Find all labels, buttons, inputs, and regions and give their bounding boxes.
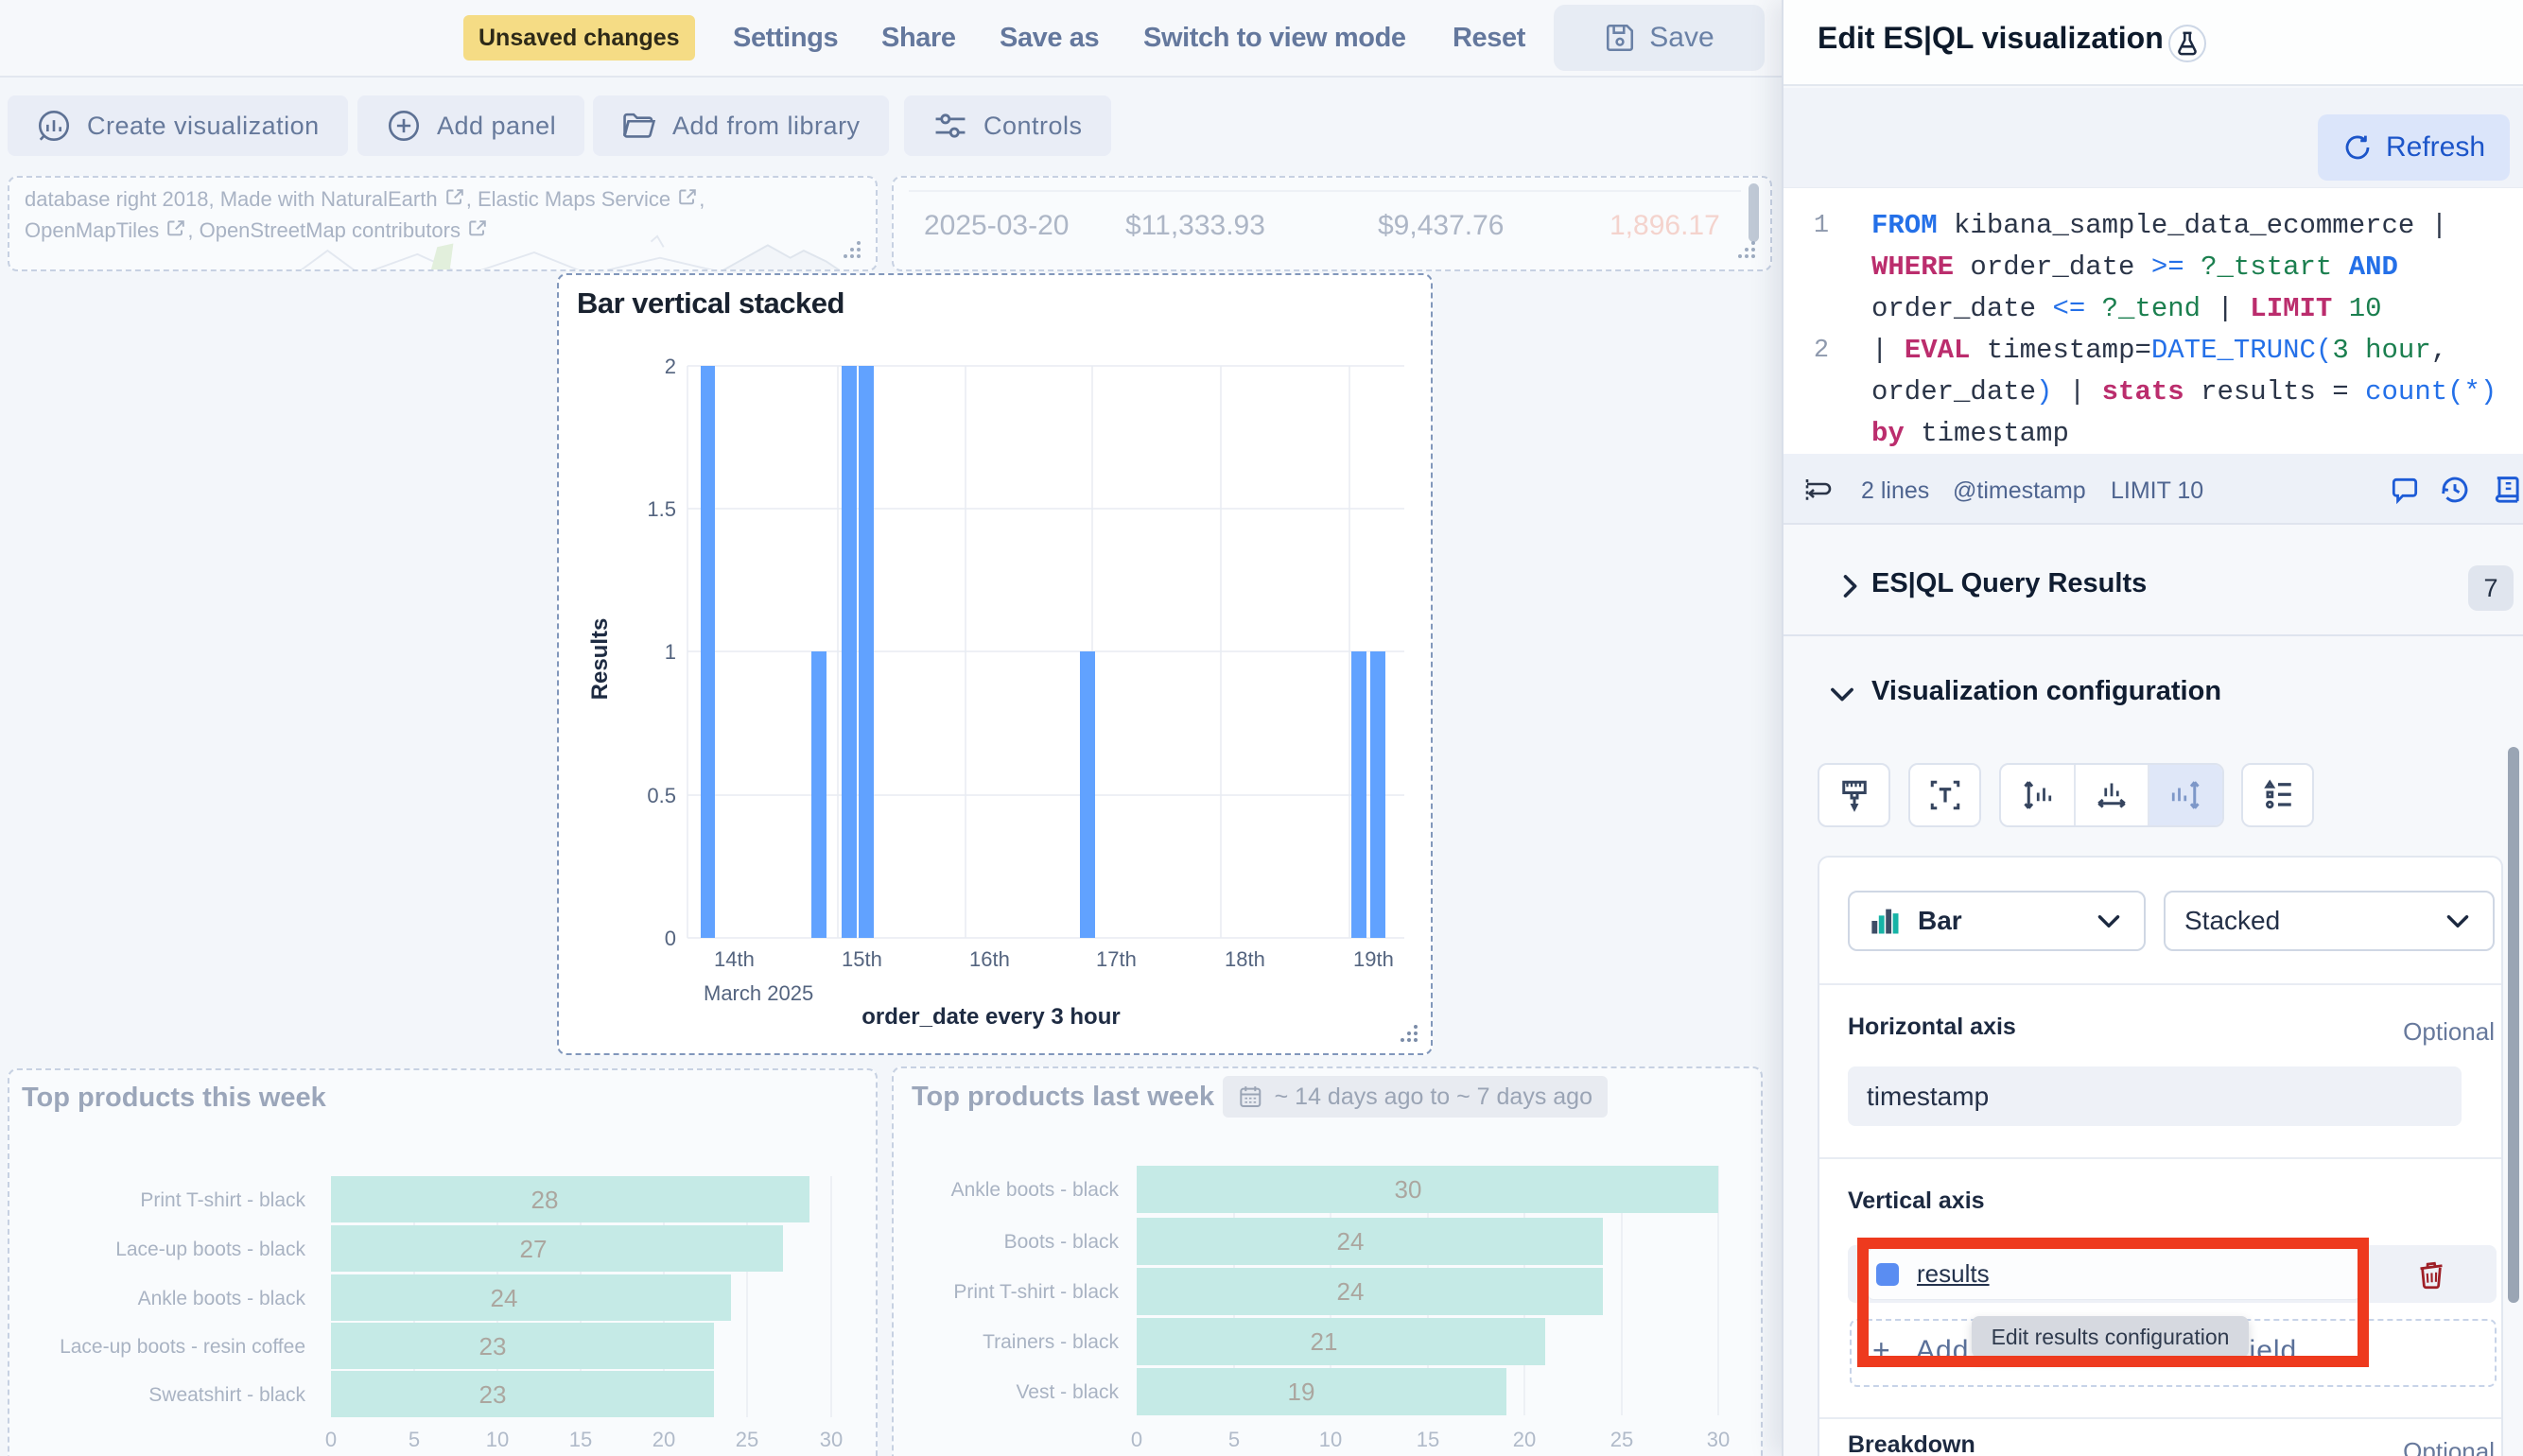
svg-text:28: 28	[531, 1186, 559, 1214]
svg-text:20: 20	[652, 1428, 675, 1451]
svg-text:Sweatshirt - black: Sweatshirt - black	[148, 1384, 305, 1406]
svg-text:Print T-shirt - black: Print T-shirt - black	[953, 1281, 1119, 1303]
svg-text:19th: 19th	[1353, 947, 1394, 971]
svg-text:0.5: 0.5	[647, 784, 676, 807]
svg-text:March 2025: March 2025	[704, 981, 813, 1005]
svg-text:25: 25	[1610, 1428, 1633, 1451]
svg-text:19: 19	[1288, 1378, 1315, 1406]
svg-text:Trainers - black: Trainers - black	[983, 1331, 1119, 1353]
svg-text:Lace-up boots - resin coffee: Lace-up boots - resin coffee	[60, 1336, 305, 1358]
svg-text:0: 0	[1131, 1428, 1142, 1451]
svg-text:30: 30	[820, 1428, 843, 1451]
svg-text:Lace-up boots - black: Lace-up boots - black	[115, 1239, 305, 1260]
svg-text:15: 15	[569, 1428, 592, 1451]
svg-text:1.5: 1.5	[647, 497, 676, 521]
svg-text:Ankle boots - black: Ankle boots - black	[951, 1179, 1120, 1201]
svg-text:21: 21	[1311, 1327, 1338, 1356]
svg-text:18th: 18th	[1225, 947, 1265, 971]
svg-text:24: 24	[1337, 1227, 1365, 1256]
svg-text:Results: Results	[587, 618, 613, 701]
svg-text:23: 23	[479, 1380, 507, 1409]
svg-text:Boots - black: Boots - black	[1004, 1231, 1120, 1253]
svg-text:25: 25	[736, 1428, 758, 1451]
svg-text:Print T-shirt - black: Print T-shirt - black	[140, 1189, 305, 1211]
svg-text:1: 1	[665, 640, 676, 664]
svg-text:24: 24	[1337, 1277, 1365, 1306]
svg-text:Ankle boots - black: Ankle boots - black	[138, 1288, 306, 1309]
svg-text:5: 5	[409, 1428, 420, 1451]
svg-text:10: 10	[1319, 1428, 1342, 1451]
svg-text:27: 27	[520, 1235, 548, 1263]
svg-text:5: 5	[1228, 1428, 1240, 1451]
svg-text:Vest - black: Vest - black	[1016, 1381, 1119, 1403]
svg-text:14th: 14th	[714, 947, 755, 971]
svg-text:order_date every 3 hour: order_date every 3 hour	[861, 1004, 1120, 1030]
svg-text:30: 30	[1707, 1428, 1730, 1451]
svg-text:17th: 17th	[1096, 947, 1137, 971]
svg-text:10: 10	[486, 1428, 509, 1451]
svg-text:23: 23	[479, 1332, 507, 1361]
svg-text:24: 24	[491, 1284, 518, 1312]
svg-text:15th: 15th	[842, 947, 882, 971]
svg-text:15: 15	[1417, 1428, 1439, 1451]
svg-text:20: 20	[1513, 1428, 1536, 1451]
svg-text:0: 0	[325, 1428, 337, 1451]
svg-text:16th: 16th	[969, 947, 1010, 971]
svg-text:30: 30	[1395, 1175, 1422, 1204]
svg-text:2: 2	[665, 355, 676, 378]
svg-text:0: 0	[665, 927, 676, 950]
